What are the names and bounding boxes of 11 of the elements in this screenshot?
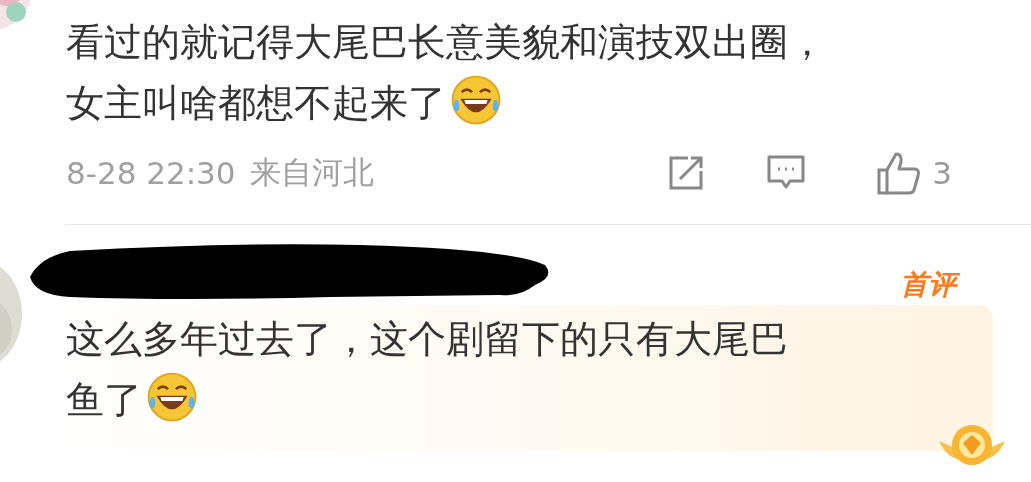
comment-time: 8-28 22:30	[66, 155, 236, 191]
comment-location: 来自河北	[249, 153, 374, 192]
laughing-emoji-icon	[146, 371, 198, 423]
comment-text: 看过的就记得大尾巴长意美貌和演技双出圈，	[66, 20, 826, 64]
laughing-emoji-icon	[450, 74, 502, 126]
comment-text: 这么多年过去了，这个剧留下的只有大尾巴	[66, 317, 788, 361]
thumbs-up-icon[interactable]	[876, 150, 923, 196]
first-comment-label: 首评	[898, 265, 962, 305]
comment-text: 鱼了	[66, 378, 142, 422]
like-count: 3	[932, 155, 952, 191]
comment-text: 女主叫啥都想不起来了	[66, 81, 446, 125]
